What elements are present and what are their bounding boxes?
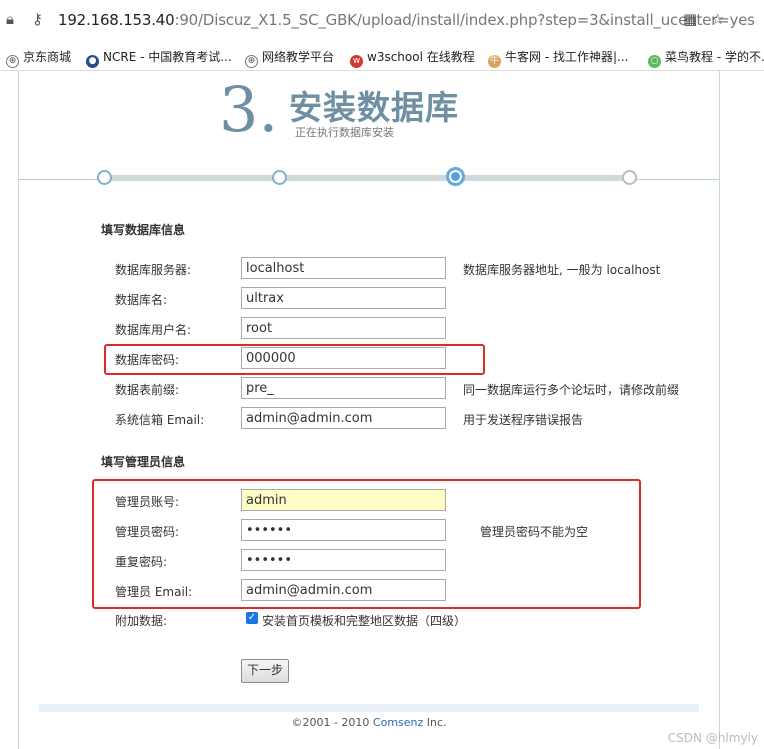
ncre-icon: ● bbox=[86, 55, 99, 68]
address-bar: 🔒︎ ⚷ 192.168.153.40:90/Discuz_X1.5_SC_GB… bbox=[0, 0, 764, 42]
comsenz-link[interactable]: Comsenz bbox=[373, 716, 423, 729]
progress-step-2 bbox=[272, 170, 287, 185]
bookmark-item[interactable]: ⊕ 京东商城 bbox=[6, 48, 71, 68]
system-email-note: 用于发送程序错误报告 bbox=[463, 413, 584, 427]
db-section-title: 填写数据库信息 bbox=[101, 223, 186, 237]
footer-bar bbox=[39, 704, 699, 712]
progress-step-3-current bbox=[446, 167, 465, 186]
bookmarks-bar: ⊕ 京东商城 ● NCRE - 中国教育考试... ⊕ 网络教学平台 w w3schoo… bbox=[0, 42, 764, 71]
db-password-highlight bbox=[104, 344, 485, 375]
install-extra-label[interactable]: 安装首页模板和完整地区数据（四级） bbox=[262, 612, 466, 629]
table-prefix-note: 同一数据库运行多个论坛时，请修改前缀 bbox=[463, 383, 680, 397]
db-user-input[interactable]: root bbox=[241, 317, 446, 339]
bookmark-item[interactable]: ● NCRE - 中国教育考试... bbox=[86, 48, 232, 68]
table-prefix-label: 数据表前缀: bbox=[115, 383, 180, 397]
bookmark-item[interactable]: 牛牛客网 - 找工作神器|... bbox=[488, 48, 628, 68]
page-subtitle: 正在执行数据库安装 bbox=[295, 126, 394, 139]
admin-section-title: 填写管理员信息 bbox=[101, 455, 186, 469]
runoob-icon: ○ bbox=[648, 55, 661, 68]
admin-email-input[interactable]: admin@admin.com bbox=[241, 579, 446, 601]
admin-password-note: 管理员密码不能为空 bbox=[480, 525, 589, 539]
install-page: 3. 安装数据库 正在执行数据库安装 填写数据库信息 数据库服务器: local… bbox=[18, 71, 720, 749]
star-icon[interactable]: ☆ bbox=[711, 10, 724, 28]
url-field[interactable]: 192.168.153.40:90/Discuz_X1.5_SC_GBK/upl… bbox=[58, 11, 755, 29]
db-user-label: 数据库用户名: bbox=[115, 323, 192, 337]
step-number: 3. bbox=[219, 73, 279, 146]
table-prefix-input[interactable]: pre_ bbox=[241, 377, 446, 399]
repeat-password-input[interactable]: •••••• bbox=[241, 549, 446, 571]
page-title: 安装数据库 bbox=[289, 88, 459, 127]
admin-account-input[interactable]: admin bbox=[241, 489, 446, 511]
progress-step-4 bbox=[622, 170, 637, 185]
key-icon[interactable]: ⚷ bbox=[32, 10, 43, 28]
admin-password-label: 管理员密码: bbox=[115, 525, 180, 539]
admin-account-label: 管理员账号: bbox=[115, 495, 180, 509]
globe-icon: ⊕ bbox=[245, 55, 258, 68]
db-server-label: 数据库服务器: bbox=[115, 263, 192, 277]
system-email-label: 系统信箱 Email: bbox=[115, 413, 205, 427]
db-name-input[interactable]: ultrax bbox=[241, 287, 446, 309]
progress-step-1 bbox=[97, 170, 112, 185]
next-step-button[interactable]: 下一步 bbox=[241, 659, 289, 683]
system-email-input[interactable]: admin@admin.com bbox=[241, 407, 446, 429]
copyright: ©2001 - 2010 Comsenz Inc. bbox=[291, 716, 447, 729]
repeat-password-label: 重复密码: bbox=[115, 555, 168, 569]
admin-email-label: 管理员 Email: bbox=[115, 585, 193, 599]
admin-password-input[interactable]: •••••• bbox=[241, 519, 446, 541]
qr-code-icon[interactable]: ▦ bbox=[683, 10, 697, 28]
nowcoder-icon: 牛 bbox=[488, 55, 501, 68]
watermark: CSDN @hlmyly bbox=[667, 731, 758, 745]
db-server-note: 数据库服务器地址, 一般为 localhost bbox=[463, 263, 661, 277]
bookmark-item[interactable]: ○ 菜鸟教程 - 学的不... bbox=[648, 48, 764, 68]
progress-track bbox=[105, 175, 630, 181]
install-extra-checkbox[interactable]: ✓ bbox=[246, 612, 258, 624]
db-server-input[interactable]: localhost bbox=[241, 257, 446, 279]
extra-data-label: 附加数据: bbox=[115, 614, 168, 628]
bookmark-item[interactable]: ⊕ 网络教学平台 bbox=[245, 48, 334, 68]
not-secure-icon[interactable]: 🔒︎ bbox=[6, 10, 14, 28]
globe-icon: ⊕ bbox=[6, 55, 19, 68]
w3school-icon: w bbox=[350, 55, 363, 68]
page-header: 3. 安装数据库 正在执行数据库安装 bbox=[19, 71, 719, 180]
bookmark-item[interactable]: w w3school 在线教程 bbox=[350, 48, 475, 68]
db-name-label: 数据库名: bbox=[115, 293, 168, 307]
